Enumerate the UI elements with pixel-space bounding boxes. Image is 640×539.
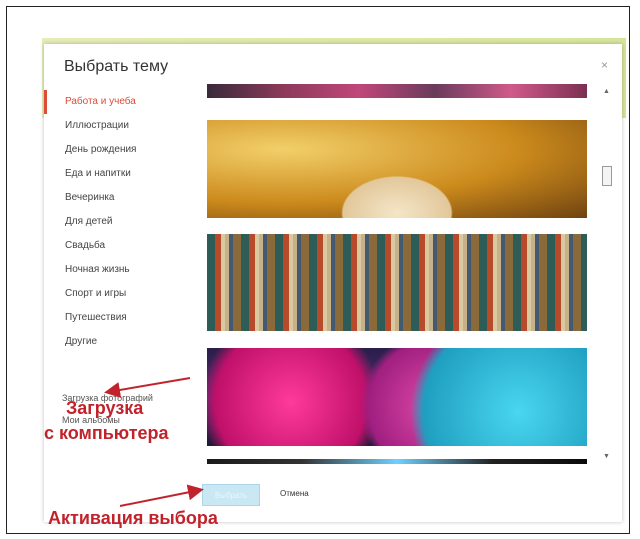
annotation-upload-line2: с компьютера [44,423,169,443]
annotation-upload-line1: Загрузка [66,398,144,418]
annotation-select-caption: Активация выбора [48,508,218,528]
upload-arrow [104,377,191,398]
select-arrow [119,484,204,507]
annotation-arrows [104,377,204,507]
